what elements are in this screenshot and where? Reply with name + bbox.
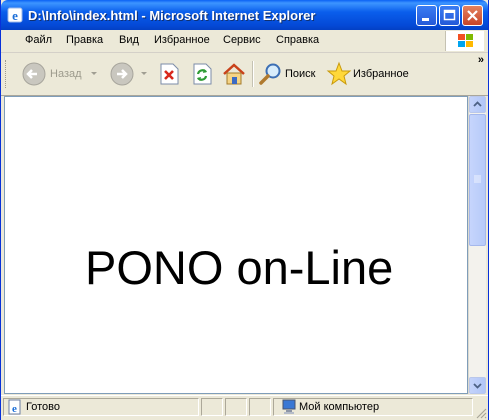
page-heading: PONO on-Line xyxy=(85,241,394,294)
status-pane xyxy=(249,398,271,416)
favorites-button[interactable]: Избранное xyxy=(326,59,409,89)
back-label: Назад xyxy=(50,68,82,80)
menu-bar: Файл Правка Вид Избранное Сервис Справка xyxy=(1,30,488,53)
security-zone-label: Мой компьютер xyxy=(299,401,380,413)
internet-explorer-icon: e xyxy=(7,7,23,23)
scroll-down-button[interactable] xyxy=(469,377,486,394)
scroll-thumb[interactable] xyxy=(469,114,486,246)
window-title: D:\Info\index.html - Microsoft Internet … xyxy=(28,8,316,23)
my-computer-icon xyxy=(282,399,296,414)
maximize-icon xyxy=(443,9,456,21)
windows-flag-icon xyxy=(458,34,473,47)
close-icon xyxy=(467,10,478,21)
resize-grip-icon[interactable] xyxy=(475,407,487,419)
title-bar: e D:\Info\index.html - Microsoft Interne… xyxy=(1,0,488,30)
back-button[interactable]: Назад xyxy=(21,59,82,89)
browser-window: e D:\Info\index.html - Microsoft Interne… xyxy=(0,0,489,420)
back-arrow-icon xyxy=(22,62,46,86)
standard-toolbar: Назад Поиск Избранное » xyxy=(1,53,488,96)
menu-file[interactable]: Файл xyxy=(25,34,52,46)
scroll-up-button[interactable] xyxy=(469,96,486,113)
page-content: PONO on-Line xyxy=(4,96,468,394)
status-pane xyxy=(225,398,247,416)
windows-logo xyxy=(445,31,484,51)
home-icon xyxy=(223,63,245,85)
svg-text:e: e xyxy=(12,403,17,415)
toolbar-separator xyxy=(252,61,254,87)
forward-dropdown[interactable] xyxy=(140,59,148,89)
refresh-icon xyxy=(193,63,212,85)
search-button[interactable]: Поиск xyxy=(258,59,315,89)
refresh-button[interactable] xyxy=(191,59,213,89)
chevron-down-icon xyxy=(141,72,147,75)
star-icon xyxy=(326,61,352,86)
menu-edit[interactable]: Правка xyxy=(66,34,103,46)
forward-arrow-icon xyxy=(110,62,134,86)
menu-view[interactable]: Вид xyxy=(119,34,139,46)
back-dropdown[interactable] xyxy=(90,59,98,89)
chevron-down-icon xyxy=(91,72,97,75)
maximize-button[interactable] xyxy=(439,5,460,26)
status-text: Готово xyxy=(26,401,60,413)
toolbar-grip[interactable] xyxy=(5,60,9,88)
status-pane xyxy=(201,398,223,416)
favorites-label: Избранное xyxy=(353,68,409,80)
svg-text:e: e xyxy=(12,8,18,23)
forward-button[interactable] xyxy=(109,59,135,89)
minimize-icon xyxy=(422,18,429,21)
grip-lines-icon xyxy=(474,175,481,183)
menu-favorites[interactable]: Избранное xyxy=(154,34,210,46)
toolbar-overflow-chevron[interactable]: » xyxy=(478,54,484,66)
page-icon: e xyxy=(8,399,21,415)
status-bar: e Готово Мой компьютер xyxy=(1,395,488,420)
stop-button[interactable] xyxy=(158,59,180,89)
vertical-scrollbar[interactable] xyxy=(468,96,486,394)
home-button[interactable] xyxy=(221,59,247,89)
menu-tools[interactable]: Сервис xyxy=(223,34,261,46)
close-button[interactable] xyxy=(462,5,483,26)
menu-help[interactable]: Справка xyxy=(276,34,319,46)
stop-icon xyxy=(160,63,179,85)
chevron-up-icon xyxy=(473,101,482,107)
minimize-button[interactable] xyxy=(416,5,437,26)
chevron-down-icon xyxy=(473,383,482,389)
search-label: Поиск xyxy=(285,68,316,80)
search-icon xyxy=(259,63,281,85)
